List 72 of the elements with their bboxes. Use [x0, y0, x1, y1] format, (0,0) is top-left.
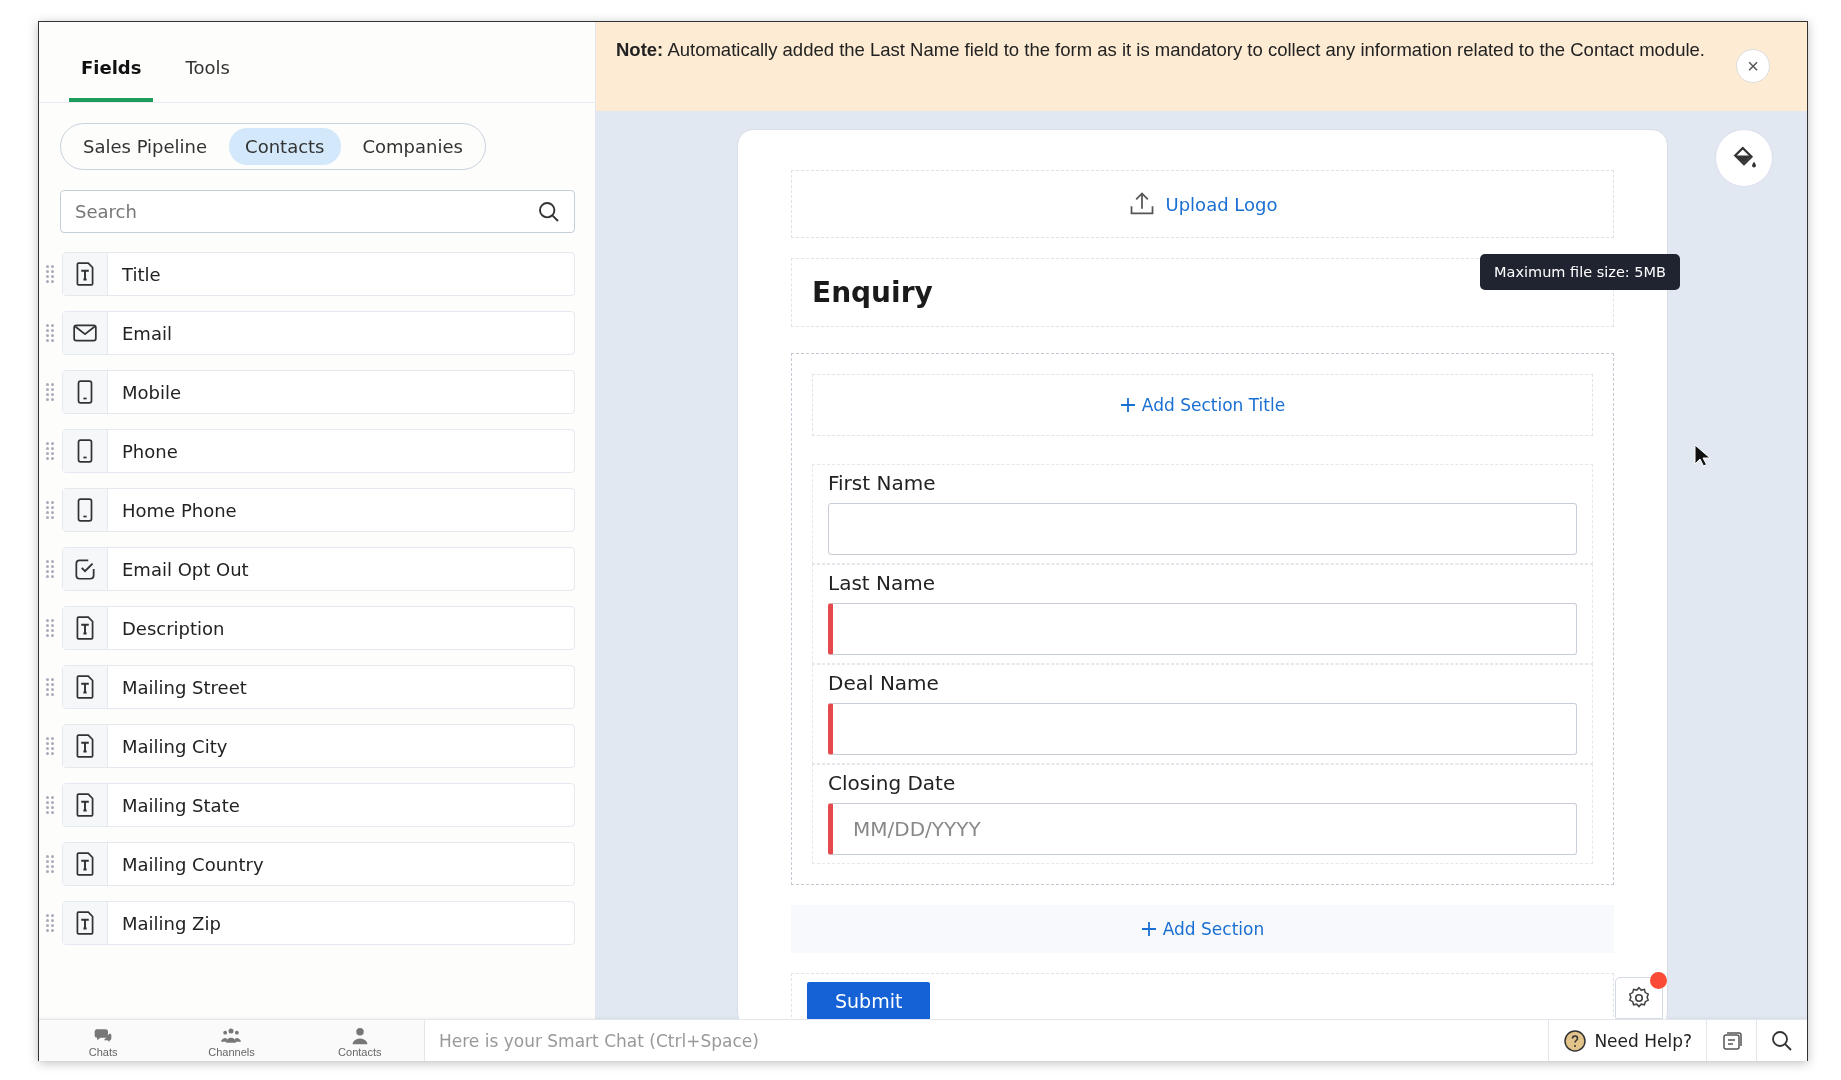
- drag-handle-icon[interactable]: [45, 382, 55, 402]
- module-tab[interactable]: Contacts: [229, 128, 341, 165]
- field-label: Deal Name: [828, 671, 940, 695]
- field-label: Email: [121, 322, 172, 344]
- settings-button[interactable]: [1615, 977, 1663, 1019]
- field-item[interactable]: Mailing State: [62, 783, 575, 827]
- tooltip: Maximum file size: 5MB: [1480, 254, 1681, 290]
- field-label: Title: [121, 263, 161, 285]
- field-label: Mailing State: [121, 794, 240, 816]
- field-item[interactable]: Email: [62, 311, 575, 355]
- drag-handle-icon[interactable]: [45, 264, 55, 284]
- field-label: Mailing City: [121, 735, 228, 757]
- field-item[interactable]: Mailing Street: [62, 665, 575, 709]
- help-icon: [1563, 1028, 1588, 1053]
- field-label: Description: [121, 617, 225, 639]
- field-item[interactable]: Mobile: [62, 370, 575, 414]
- help-button[interactable]: Need Help?: [1549, 1020, 1707, 1061]
- plus-icon: [1119, 397, 1136, 413]
- field-item[interactable]: Phone: [62, 429, 575, 473]
- search-icon: [1770, 1028, 1794, 1053]
- field-item[interactable]: Title: [62, 252, 575, 296]
- module-tab[interactable]: Sales Pipeline: [67, 128, 224, 165]
- drag-handle-icon[interactable]: [45, 736, 55, 756]
- sidebar-tab[interactable]: Fields: [69, 21, 154, 102]
- mouse-cursor-icon: [1694, 444, 1710, 468]
- input-field[interactable]: MM/DD/YYYY: [828, 803, 1577, 855]
- drag-handle-icon[interactable]: [45, 795, 55, 815]
- field-label: First Name: [828, 471, 937, 495]
- search-field[interactable]: Search: [60, 190, 575, 233]
- checkbox-icon: [72, 556, 98, 582]
- drag-handle-icon[interactable]: [45, 618, 55, 638]
- field-label: Mobile: [121, 381, 182, 403]
- field-label: Mailing Zip: [121, 912, 221, 934]
- field-item[interactable]: Mailing City: [62, 724, 575, 768]
- form-title: Enquiry: [812, 276, 933, 309]
- field-item[interactable]: Description: [62, 606, 575, 650]
- drag-handle-icon[interactable]: [45, 559, 55, 579]
- drag-handle-icon[interactable]: [45, 500, 55, 520]
- drag-handle-icon[interactable]: [45, 441, 55, 461]
- field-item[interactable]: Mailing Country: [62, 842, 575, 886]
- sidebar-tab[interactable]: Tools: [173, 21, 242, 102]
- field-label: Email Opt Out: [121, 558, 249, 580]
- field-item[interactable]: Email Opt Out: [62, 547, 575, 591]
- input-field[interactable]: [828, 503, 1577, 555]
- field-item[interactable]: Mailing Zip: [62, 901, 575, 945]
- module-tab[interactable]: Companies: [346, 128, 479, 165]
- drag-handle-icon[interactable]: [45, 854, 55, 874]
- nav-chats-button[interactable]: Chats: [39, 1020, 168, 1061]
- nav-contacts-button[interactable]: Contacts: [295, 1020, 424, 1061]
- nav-channels-button[interactable]: Channels: [167, 1020, 296, 1061]
- close-button[interactable]: ×: [1736, 49, 1770, 83]
- input-field[interactable]: [828, 703, 1577, 755]
- plus-icon: [1140, 921, 1157, 937]
- field-label: Last Name: [828, 571, 937, 595]
- submit-button[interactable]: Submit: [807, 982, 931, 1019]
- search-icon: [537, 200, 561, 224]
- notes-button[interactable]: [1707, 1020, 1757, 1061]
- field-label: Phone: [121, 440, 178, 462]
- field-label: Closing Date: [828, 771, 957, 795]
- drag-handle-icon[interactable]: [45, 913, 55, 933]
- search-button[interactable]: [1757, 1020, 1807, 1061]
- drag-handle-icon[interactable]: [45, 677, 55, 697]
- notice-message: Note: Automatically added the Last Name field to the form as it is mandatory to collect any information related to the Contact module.: [616, 38, 1706, 62]
- drag-handle-icon[interactable]: [45, 323, 55, 343]
- add-section-title-button[interactable]: Add Section Title: [812, 374, 1593, 436]
- field-item[interactable]: Home Phone: [62, 488, 575, 532]
- add-section-button[interactable]: Add Section: [791, 905, 1614, 953]
- input-field[interactable]: [828, 603, 1577, 655]
- upload-logo-link[interactable]: Upload Logo: [1165, 193, 1278, 215]
- field-label: Mailing Country: [121, 853, 264, 875]
- field-label: Home Phone: [121, 499, 237, 521]
- field-label: Mailing Street: [121, 676, 247, 698]
